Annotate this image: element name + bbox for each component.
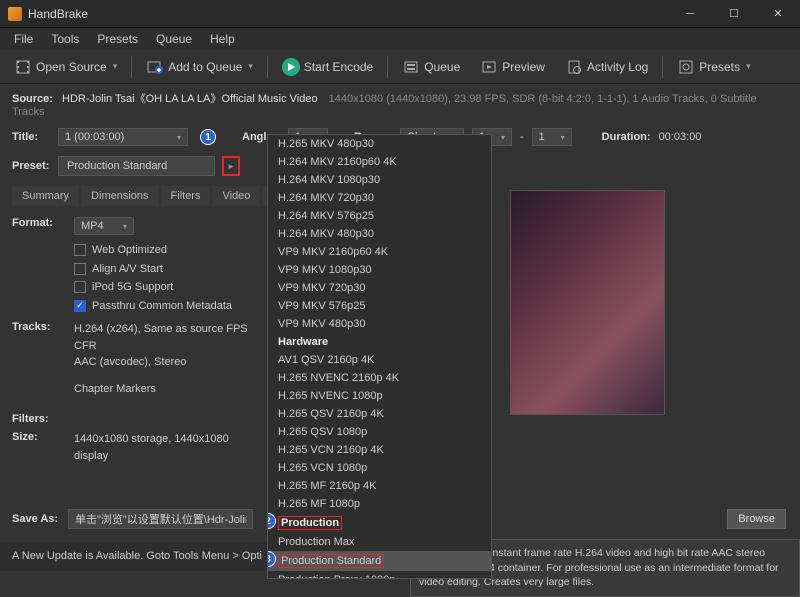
activity-log-label: Activity Log (587, 60, 648, 74)
presets-button[interactable]: Presets (669, 54, 758, 80)
tab-summary[interactable]: Summary (12, 186, 79, 206)
add-queue-icon (146, 58, 164, 76)
preset-option[interactable]: VP9 MKV 480p30 (268, 315, 491, 333)
close-button[interactable]: ✕ (756, 1, 800, 27)
preset-option[interactable]: Production Max (268, 533, 491, 551)
tracks-line2: AAC (avcodec), Stereo (74, 354, 257, 371)
preset-option[interactable]: H.264 MKV 720p30 (268, 189, 491, 207)
tracks-label: Tracks: (12, 321, 62, 333)
preset-option[interactable]: H.265 MF 2160p 4K (268, 477, 491, 495)
preset-label: Preset: (12, 160, 50, 172)
update-message: A New Update is Available. Goto Tools Me… (12, 550, 262, 563)
tab-filters[interactable]: Filters (161, 186, 211, 206)
preview-icon (480, 58, 498, 76)
source-label: Source: (12, 93, 53, 105)
tracks-line1: H.264 (x264), Same as source FPS CFR (74, 321, 257, 354)
menu-help[interactable]: Help (202, 30, 243, 48)
preset-option[interactable]: VP9 MKV 720p30 (268, 279, 491, 297)
preset-option[interactable]: H.265 VCN 1080p (268, 459, 491, 477)
format-select[interactable]: MP4 (74, 217, 134, 235)
open-source-label: Open Source (36, 60, 107, 74)
tab-video[interactable]: Video (212, 186, 260, 206)
preset-option[interactable]: H.265 NVENC 2160p 4K (268, 369, 491, 387)
align-av-checkbox[interactable]: Align A/V Start (74, 260, 257, 279)
log-icon (565, 58, 583, 76)
ipod-5g-checkbox[interactable]: iPod 5G Support (74, 278, 257, 297)
add-queue-label: Add to Queue (168, 60, 242, 74)
preview-button[interactable]: Preview (472, 54, 553, 80)
save-label: Save As: (12, 513, 62, 525)
web-optimized-checkbox[interactable]: Web Optimized (74, 241, 257, 260)
preview-thumbnail (510, 190, 665, 415)
preset-expand-button[interactable] (222, 156, 240, 176)
size-value: 1440x1080 storage, 1440x1080 display (74, 431, 257, 464)
preview-label: Preview (502, 60, 545, 74)
preset-option[interactable]: VP9 MKV 1080p30 (268, 261, 491, 279)
activity-log-button[interactable]: Activity Log (557, 54, 656, 80)
menu-file[interactable]: File (6, 30, 41, 48)
title-select[interactable]: 1 (00:03:00) (58, 128, 188, 146)
start-encode-button[interactable]: Start Encode (274, 54, 381, 80)
step-badge-1: 1 (200, 129, 216, 145)
preset-option[interactable]: H.265 MF 1080p (268, 495, 491, 513)
play-icon (282, 58, 300, 76)
preset-select[interactable]: Production Standard (58, 156, 215, 176)
queue-button[interactable]: Queue (394, 54, 468, 80)
preset-option[interactable]: H.265 QSV 1080p (268, 423, 491, 441)
open-source-button[interactable]: Open Source (6, 54, 125, 80)
filters-label: Filters: (12, 413, 62, 425)
film-icon (14, 58, 32, 76)
preset-option[interactable]: H.265 NVENC 1080p (268, 387, 491, 405)
menu-presets[interactable]: Presets (89, 30, 146, 48)
preset-option[interactable]: H.265 VCN 2160p 4K (268, 441, 491, 459)
minimize-button[interactable]: ─ (668, 1, 712, 27)
presets-label: Presets (699, 60, 740, 74)
step-badge-3: 3 (267, 551, 276, 567)
maximize-button[interactable]: ☐ (712, 1, 756, 27)
menu-tools[interactable]: Tools (43, 30, 87, 48)
duration-label: Duration: (602, 131, 651, 143)
duration-value: 00:03:00 (659, 131, 702, 143)
source-value: HDR-Jolin Tsai《OH LA LA LA》Official Musi… (62, 93, 318, 105)
preset-option[interactable]: H.264 MKV 480p30 (268, 225, 491, 243)
preset-option[interactable]: Production Proxy 1080p (268, 571, 491, 579)
app-icon (8, 7, 22, 21)
source-bar: Source: HDR-Jolin Tsai《OH LA LA LA》Offic… (0, 84, 800, 124)
titlebar: HandBrake ─ ☐ ✕ (0, 0, 800, 28)
format-label: Format: (12, 217, 62, 229)
preset-option[interactable]: 3Production Standard (268, 551, 491, 571)
preset-option[interactable]: H.264 MKV 2160p60 4K (268, 153, 491, 171)
dropdown-header-production: Production (268, 513, 491, 533)
window-title: HandBrake (28, 7, 668, 21)
save-path-input[interactable] (68, 509, 253, 529)
dropdown-header-hardware: Hardware (268, 333, 491, 351)
browse-button[interactable]: Browse (727, 509, 786, 529)
preset-option[interactable]: VP9 MKV 576p25 (268, 297, 491, 315)
menubar: File Tools Presets Queue Help (0, 28, 800, 50)
tab-dimensions[interactable]: Dimensions (81, 186, 158, 206)
range-dash: - (520, 131, 524, 143)
toolbar: Open Source Add to Queue Start Encode Qu… (0, 50, 800, 84)
passthru-meta-checkbox[interactable]: Passthru Common Metadata (74, 297, 257, 316)
size-label: Size: (12, 431, 62, 443)
preset-option[interactable]: H.264 MKV 1080p30 (268, 171, 491, 189)
preset-option[interactable]: H.265 MKV 480p30 (268, 135, 491, 153)
range-to-select[interactable]: 1 (532, 128, 572, 146)
queue-label: Queue (424, 60, 460, 74)
start-encode-label: Start Encode (304, 60, 373, 74)
queue-icon (402, 58, 420, 76)
add-queue-button[interactable]: Add to Queue (138, 54, 261, 80)
preset-option[interactable]: VP9 MKV 2160p60 4K (268, 243, 491, 261)
preset-option[interactable]: H.265 QSV 2160p 4K (268, 405, 491, 423)
title-label: Title: (12, 131, 50, 143)
menu-queue[interactable]: Queue (148, 30, 200, 48)
chapter-markers: Chapter Markers (74, 381, 257, 398)
presets-icon (677, 58, 695, 76)
preset-option[interactable]: AV1 QSV 2160p 4K (268, 351, 491, 369)
preset-dropdown: H.265 MKV 480p30H.264 MKV 2160p60 4KH.26… (267, 134, 492, 579)
preset-option[interactable]: H.264 MKV 576p25 (268, 207, 491, 225)
